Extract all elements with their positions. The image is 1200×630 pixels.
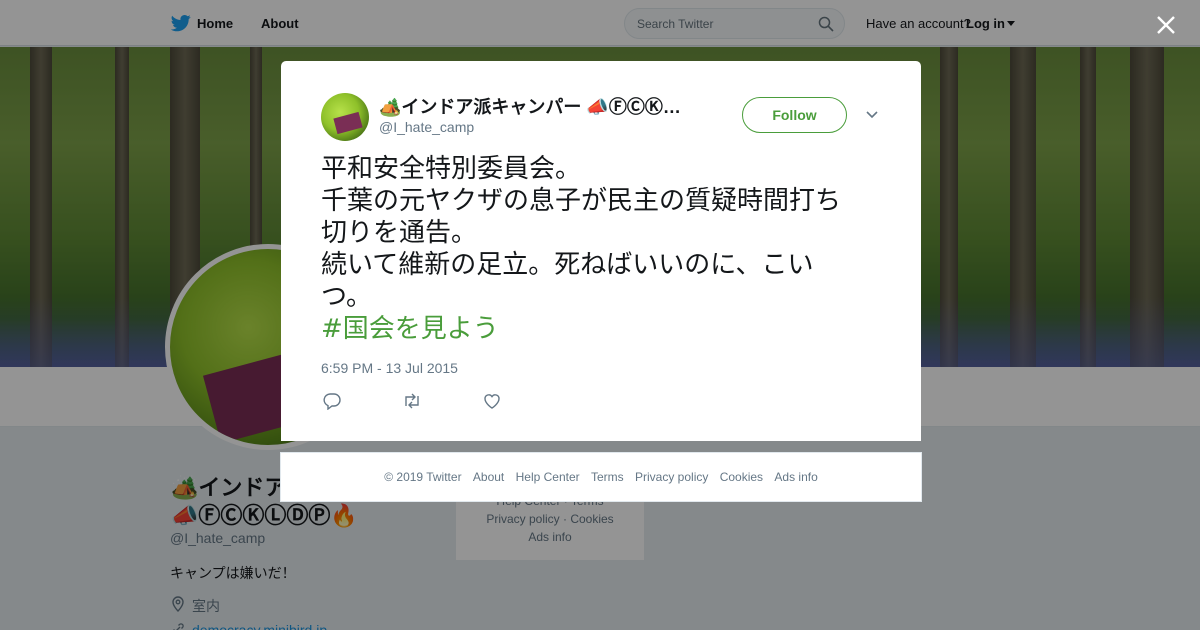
tweet-author-name[interactable]: 🏕️インドア派キャンパー 📣ⒻⒸⓀ… (379, 93, 689, 119)
footer-help-link[interactable]: Help Center (516, 470, 580, 484)
tweet-hashtag-link[interactable]: #国会を見よう (321, 313, 499, 345)
tweet-author-avatar[interactable] (321, 93, 369, 141)
footer-copyright: © 2019 Twitter (384, 470, 462, 484)
close-icon[interactable] (1155, 14, 1177, 36)
footer-terms-link[interactable]: Terms (591, 470, 624, 484)
footer-privacy-link[interactable]: Privacy policy (635, 470, 708, 484)
tweet-modal: 🏕️インドア派キャンパー 📣ⒻⒸⓀ… @I_hate_camp Follow 平… (281, 61, 921, 441)
tweet-text-line: 続いて維新の足立。死ねばいいのに、こい (321, 250, 814, 280)
tweet-timestamp[interactable]: 6:59 PM - 13 Jul 2015 (321, 360, 458, 376)
chevron-down-icon[interactable] (865, 109, 879, 121)
tweet-text-line: 切りを通告。 (321, 218, 478, 248)
footer-about-link[interactable]: About (473, 470, 504, 484)
tweet-text-line: 平和安全特別委員会。 (321, 154, 582, 184)
tweet-text-line: つ。 (321, 282, 372, 312)
reply-icon[interactable] (323, 392, 341, 410)
tweet-text: 平和安全特別委員会。 千葉の元ヤクザの息子が民主の質疑時間打ち 切りを通告。 続… (321, 153, 886, 313)
tweet-author-handle[interactable]: @I_hate_camp (379, 119, 474, 135)
follow-button[interactable]: Follow (742, 97, 847, 133)
modal-footer: © 2019 Twitter About Help Center Terms P… (280, 452, 922, 502)
footer-links: © 2019 Twitter About Help Center Terms P… (281, 470, 921, 484)
tweet-text-line: 千葉の元ヤクザの息子が民主の質疑時間打ち (321, 186, 842, 216)
footer-cookies-link[interactable]: Cookies (720, 470, 763, 484)
retweet-icon[interactable] (402, 392, 422, 410)
footer-ads-link[interactable]: Ads info (774, 470, 817, 484)
like-heart-icon[interactable] (483, 392, 501, 410)
